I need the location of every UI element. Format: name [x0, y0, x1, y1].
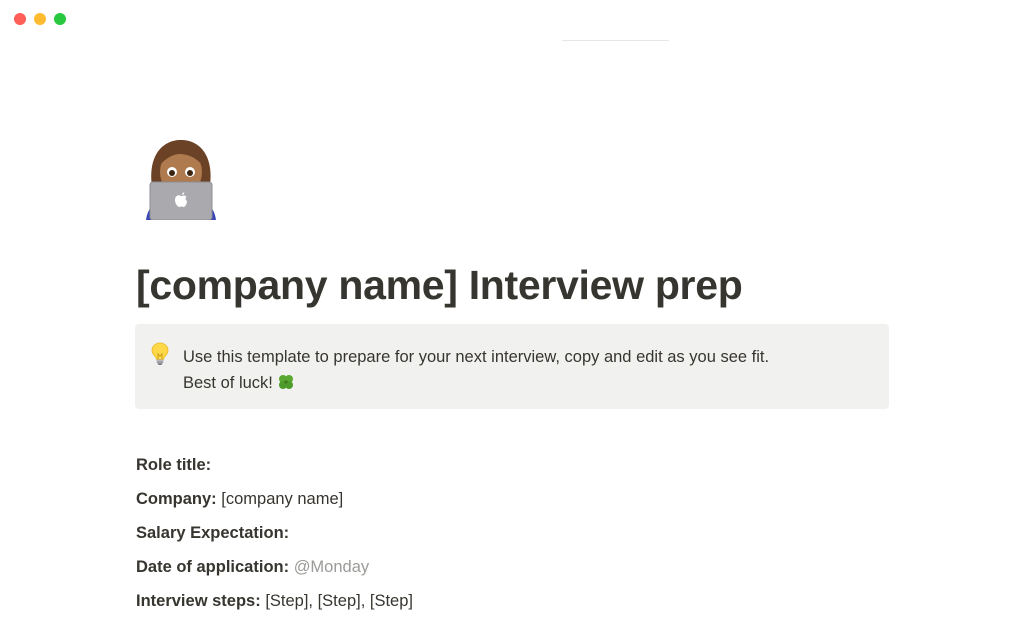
callout-line-1: Use this template to prepare for your ne… [183, 348, 770, 366]
property-interview-steps[interactable]: Interview steps: [Step], [Step], [Step] [136, 588, 413, 622]
property-company[interactable]: Company: [company name] [136, 486, 413, 520]
top-divider [562, 40, 669, 41]
woman-technologist-icon[interactable] [142, 136, 220, 221]
page-title[interactable]: [company name] Interview prep [136, 262, 743, 309]
property-label: Role title: [136, 456, 212, 474]
property-label: Date of application: [136, 558, 290, 576]
property-value[interactable]: [company name] [221, 490, 343, 508]
zoom-window-button[interactable] [54, 13, 66, 25]
app-window: [company name] Interview prep Use this t… [0, 0, 1024, 640]
property-date-of-application[interactable]: Date of application: @Monday [136, 554, 413, 588]
property-role-title[interactable]: Role title: [136, 452, 413, 486]
close-window-button[interactable] [14, 13, 26, 25]
property-salary-expectation[interactable]: Salary Expectation: [136, 520, 413, 554]
window-controls [14, 13, 66, 25]
callout-line-2: Best of luck! [183, 370, 769, 396]
callout-text: Use this template to prepare for your ne… [183, 344, 769, 396]
callout-block[interactable]: Use this template to prepare for your ne… [135, 324, 889, 409]
lightbulb-icon[interactable] [151, 342, 169, 366]
date-mention[interactable]: @Monday [294, 558, 369, 576]
property-label: Salary Expectation: [136, 524, 290, 542]
callout-line-2-text: Best of luck! [183, 374, 273, 392]
properties-list: Role title: Company: [company name] Sala… [136, 452, 413, 622]
minimize-window-button[interactable] [34, 13, 46, 25]
four-leaf-clover-icon [277, 373, 295, 391]
property-label: Company: [136, 490, 217, 508]
property-value[interactable]: [Step], [Step], [Step] [265, 592, 413, 610]
property-label: Interview steps: [136, 592, 261, 610]
